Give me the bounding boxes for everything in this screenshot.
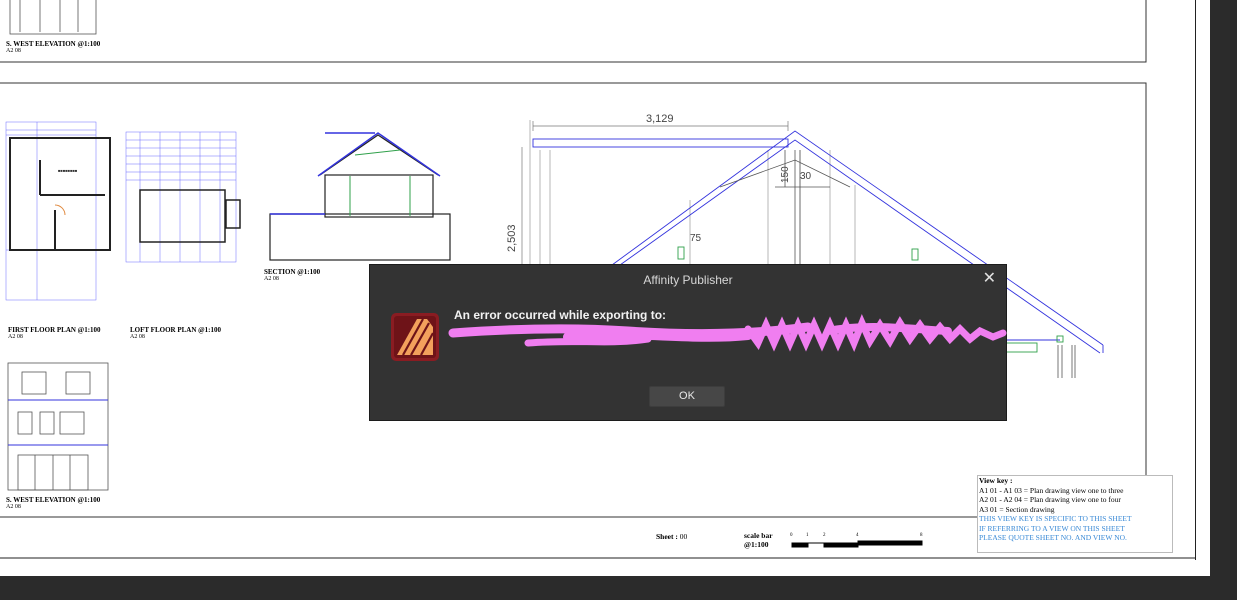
top-elevation-ref: A2 08 [6,48,21,54]
loft-floor-plan-label: LOFT FLOOR PLAN @1:100 [130,326,221,334]
view-key-line: A1 01 - A1 03 = Plan drawing view one to… [979,485,1124,495]
first-floor-plan-label: FIRST FLOOR PLAN @1:100 [8,326,101,334]
ok-button[interactable]: OK [649,386,725,407]
sheet-label: Sheet : 00 [656,533,687,541]
error-dialog: Affinity Publisher ✕ An error occurred w… [369,264,1007,421]
dimension-30: 30 [800,171,812,182]
bottom-elevation-ref: A2 08 [6,504,21,510]
section-ref: A2 08 [264,276,279,282]
view-key-note: THIS VIEW KEY IS SPECIFIC TO THIS SHEET [979,514,1132,523]
view-key-line: A3 01 = Section drawing [979,504,1055,514]
sheet-shadow-edge [1195,0,1196,560]
view-key-title: View key : [979,476,1013,485]
scale-tick-4: 4 [856,533,859,538]
view-key-note: PLEASE QUOTE SHEET NO. AND VIEW NO. [979,533,1127,542]
first-floor-plan-ref: A2 08 [8,334,23,340]
view-key-box: View key : A1 01 - A1 03 = Plan drawing … [977,475,1173,553]
sheet-number: 00 [679,532,688,541]
svg-text:■■■■■■■■: ■■■■■■■■ [58,168,78,173]
height-dimension: 2,503 [506,224,518,252]
sheet-label-text: Sheet : [656,532,678,541]
top-elevation-label: S. WEST ELEVATION @1:100 [6,40,101,48]
scale-tick-2: 2 [823,533,826,538]
scale-tick-0: 0 [790,533,793,538]
scale-tick-8: 8 [920,533,923,538]
dialog-title: Affinity Publisher [643,273,733,287]
loft-floor-plan-ref: A2 08 [130,334,145,340]
section-label: SECTION @1:100 [264,268,321,276]
bottom-elevation-label: S. WEST ELEVATION @1:100 [6,496,101,504]
width-dimension: 3,129 [646,113,674,125]
close-icon[interactable]: ✕ [983,270,996,288]
scale-tick-1: 1 [806,533,809,538]
scale-bar-scale: @1:100 [744,540,769,549]
redacted-path [448,314,1007,352]
view-key-note: IF REFERRING TO A VIEW ON THIS SHEET [979,523,1125,533]
dimension-150: 150 [780,166,791,183]
affinity-publisher-app-icon [391,313,439,361]
scale-bar-title: scale bar [744,531,773,540]
view-key-line: A2 01 - A2 04 = Plan drawing view one to… [979,495,1121,504]
dimension-75: 75 [690,233,702,244]
